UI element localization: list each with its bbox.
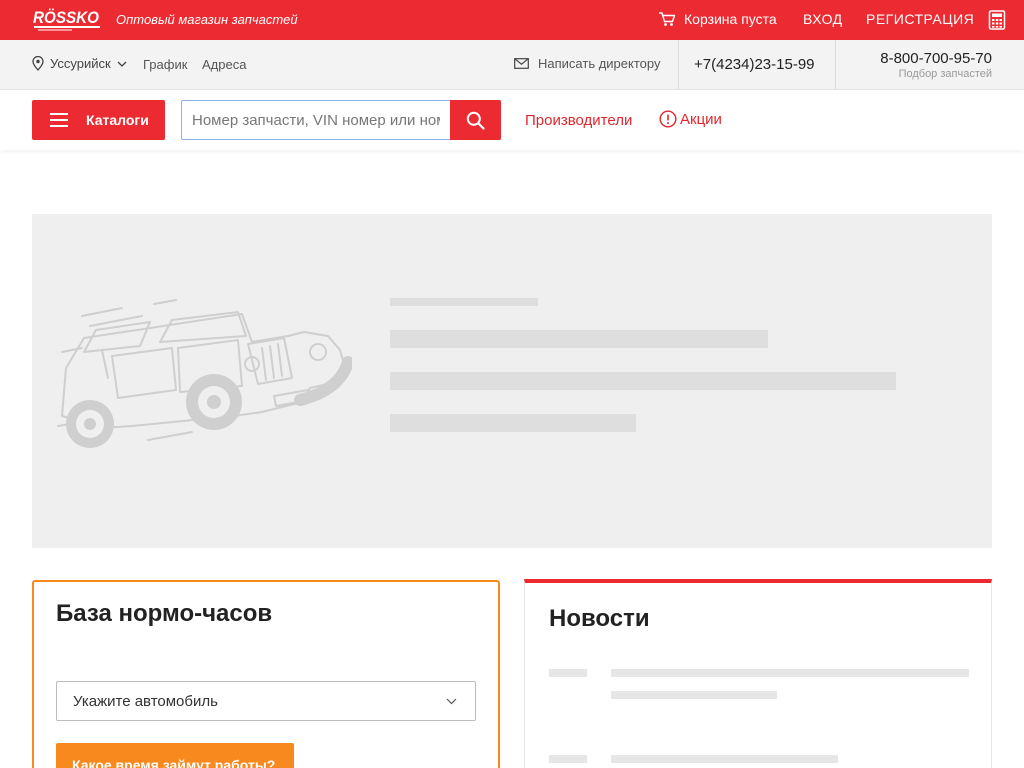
catalogs-button[interactable]: Каталоги	[32, 100, 165, 140]
news-skeleton-line	[549, 755, 587, 763]
estimate-time-button[interactable]: Какое время займут работы?	[56, 743, 294, 768]
addresses-link[interactable]: Адреса	[202, 57, 246, 72]
jeep-illustration	[57, 299, 352, 448]
city-name: Уссурийск	[50, 56, 111, 71]
news-skeleton-line	[611, 691, 777, 699]
tagline: Оптовый магазин запчастей	[116, 12, 298, 27]
news-skeleton-line	[549, 669, 587, 677]
rossko-logo[interactable]: RÖSSKO	[32, 6, 102, 32]
banner-placeholder	[32, 214, 992, 548]
nav-bar: Каталоги Производители Акции	[0, 90, 1024, 150]
news-skeleton-line	[611, 669, 969, 677]
news-title: Новости	[549, 605, 650, 632]
exclamation-circle-icon	[659, 110, 677, 128]
location-pin-icon	[32, 56, 44, 71]
divider	[835, 40, 836, 90]
norm-hours-title: База нормо-часов	[56, 600, 273, 627]
car-select-value: Укажите автомобиль	[73, 692, 218, 710]
news-skeleton-line	[611, 755, 838, 763]
manufacturers-link[interactable]: Производители	[525, 112, 632, 129]
catalogs-label: Каталоги	[86, 112, 149, 128]
top-bar: RÖSSKO Оптовый магазин запчастей Корзина…	[0, 0, 1024, 40]
city-selector[interactable]: Уссурийск	[32, 56, 127, 71]
chevron-down-icon	[117, 61, 127, 67]
search-button[interactable]	[450, 100, 501, 140]
divider	[678, 40, 679, 90]
cart-link[interactable]: Корзина пуста	[658, 11, 777, 27]
news-card: Новости	[524, 579, 992, 768]
banner-skeleton-line	[390, 330, 768, 348]
write-director-label: Написать директору	[538, 56, 661, 71]
phone-local[interactable]: +7(4234)23-15-99	[694, 56, 815, 73]
chevron-down-icon	[446, 698, 457, 704]
cart-icon	[659, 12, 676, 26]
svg-text:RÖSSKO: RÖSSKO	[33, 8, 99, 27]
calculator-icon[interactable]	[988, 10, 1006, 30]
menu-icon	[50, 113, 68, 127]
car-select[interactable]: Укажите автомобиль	[56, 681, 476, 721]
search-icon	[466, 111, 485, 130]
search-input[interactable]	[181, 100, 450, 140]
write-director-link[interactable]: Написать директору	[514, 56, 660, 71]
phone-free[interactable]: 8-800-700-95-70	[880, 50, 992, 67]
register-link[interactable]: РЕГИСТРАЦИЯ	[866, 11, 974, 27]
promo-label: Акции	[680, 110, 722, 128]
schedule-link[interactable]: График	[143, 57, 187, 72]
info-bar: Уссурийск График Адреса Написать директо…	[0, 40, 1024, 90]
mail-icon	[514, 58, 529, 69]
cart-label: Корзина пуста	[684, 11, 777, 27]
norm-hours-card: База нормо-часов Укажите автомобиль Како…	[32, 580, 500, 768]
promo-link[interactable]: Акции	[659, 110, 722, 128]
login-link[interactable]: ВХОД	[803, 11, 843, 27]
banner-skeleton-line	[390, 298, 538, 306]
banner-skeleton-line	[390, 414, 636, 432]
banner-skeleton-line	[390, 372, 896, 390]
phone-free-caption: Подбор запчастей	[898, 68, 992, 80]
